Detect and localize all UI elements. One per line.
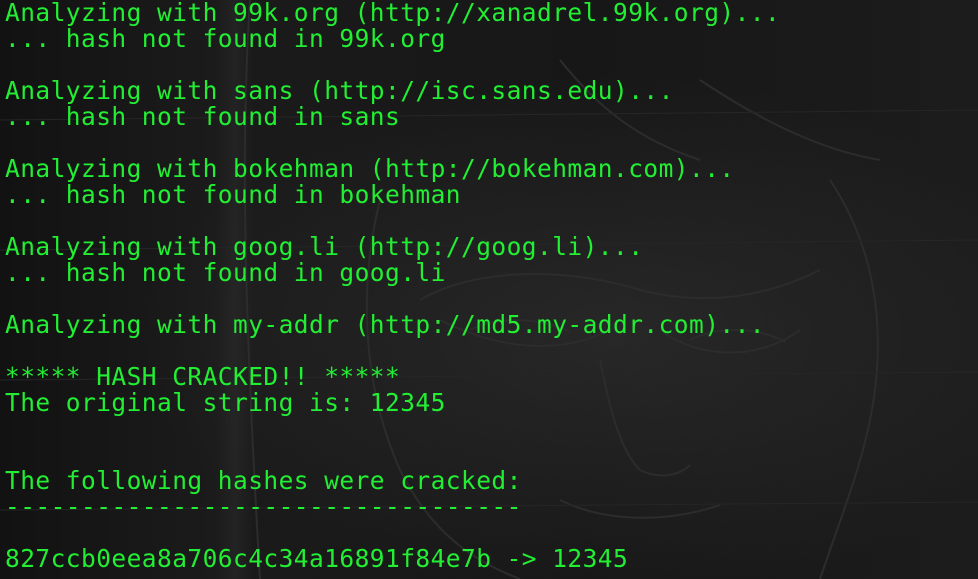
output-line: ... hash not found in goog.li — [5, 258, 446, 287]
original-string-line: The original string is: 12345 — [5, 388, 446, 417]
output-line: ... hash not found in 99k.org — [5, 24, 446, 53]
terminal-window[interactable]: Analyzing with 99k.org (http://xanadrel.… — [0, 0, 978, 579]
output-line: Analyzing with my-addr (http://md5.my-ad… — [5, 310, 766, 339]
terminal-output: Analyzing with 99k.org (http://xanadrel.… — [5, 0, 780, 572]
output-line: ... hash not found in sans — [5, 102, 401, 131]
summary-divider: ---------------------------------- — [5, 492, 522, 521]
output-line: Analyzing with sans (http://isc.sans.edu… — [5, 76, 674, 105]
output-line: ... hash not found in bokehman — [5, 180, 462, 209]
output-line: Analyzing with goog.li (http://goog.li).… — [5, 232, 644, 261]
output-line: Analyzing with bokehman (http://bokehman… — [5, 154, 735, 183]
cracked-banner: ***** HASH CRACKED!! ***** — [5, 362, 401, 391]
summary-heading: The following hashes were cracked: — [5, 466, 522, 495]
cracked-hash-result: 827ccb0eea8a706c4c34a16891f84e7b -> 1234… — [5, 544, 629, 573]
output-line: Analyzing with 99k.org (http://xanadrel.… — [5, 0, 781, 27]
